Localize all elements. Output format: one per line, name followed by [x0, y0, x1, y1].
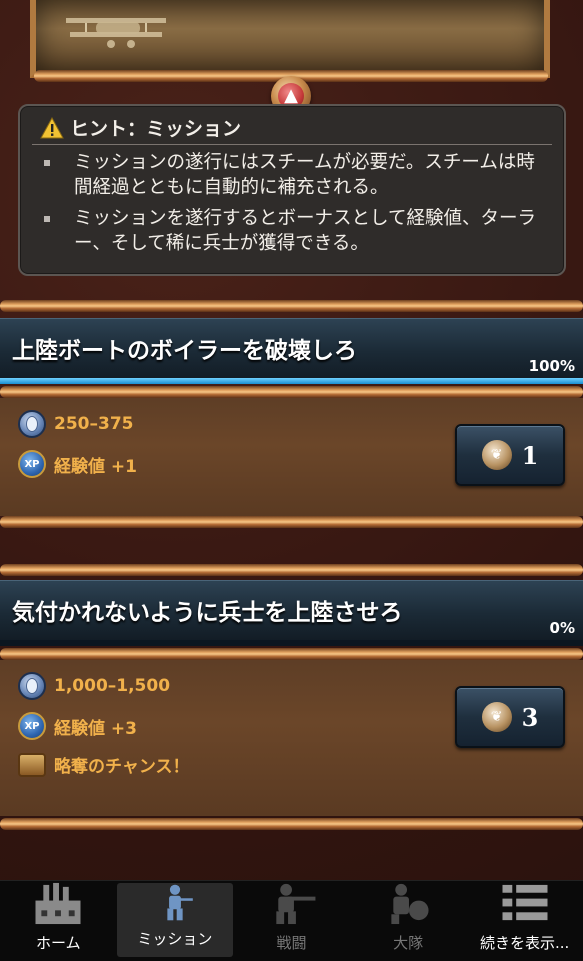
hint-item-text: ミッションの遂行にはスチームが必要だ。スチームは時間経過とともに自動的に補充され…: [74, 152, 535, 198]
mission-progress-fill: [0, 378, 583, 384]
thaler-coin-icon: [18, 410, 46, 438]
hint-item: ミッションの遂行にはスチームが必要だ。スチームは時間経過とともに自動的に補充され…: [40, 150, 550, 200]
mission-title: 気付かれないように兵士を上陸させろ: [12, 600, 403, 626]
reward-xp: XP 経験値 +3: [18, 712, 137, 740]
reward-loot-text: 略奪のチャンス！: [54, 757, 190, 777]
divider: [32, 144, 552, 145]
hint-panel: ヒント：ミッション ミッションの遂行にはスチームが必要だ。スチームは時間経過とと…: [18, 104, 566, 276]
biplane-icon: [66, 18, 166, 48]
hint-title-text: ヒント：ミッション: [70, 118, 242, 140]
warning-icon: [40, 116, 64, 138]
pipe-decoration: [0, 564, 583, 576]
treasure-chest-icon: [18, 752, 46, 777]
reward-coins: 1,000–1,500: [18, 672, 170, 700]
xp-icon: XP: [18, 712, 46, 740]
nav-label: 戦闘: [276, 934, 307, 952]
pipe-decoration: [0, 648, 583, 660]
reward-loot: 略奪のチャンス！: [18, 752, 190, 777]
rifleman-icon: [276, 883, 316, 925]
steam-cost: 1: [521, 440, 539, 470]
mission-header: 気付かれないように兵士を上陸させろ 0%: [0, 580, 583, 641]
thaler-coin-icon: [18, 672, 46, 700]
hint-item: ミッションを遂行するとボーナスとして経験値、ターラー、そして稀に兵士が獲得できる…: [40, 206, 550, 256]
mission-title: 上陸ボートのボイラーを破壊しろ: [12, 338, 357, 364]
nav-home[interactable]: ホーム: [0, 881, 117, 961]
nav-label: ホーム: [36, 934, 81, 952]
bottom-nav: ホーム ミッション 戦闘 大隊 続きを表示...: [0, 880, 583, 961]
hint-list: ミッションの遂行にはスチームが必要だ。スチームは時間経過とともに自動的に補充され…: [40, 150, 550, 262]
pipe-decoration: [0, 386, 583, 398]
nav-label: 続きを表示...: [480, 934, 570, 952]
list-icon: [502, 884, 548, 921]
mission-progress-percent: 100%: [528, 357, 575, 375]
pipe-decoration: [0, 516, 583, 528]
reward-coins-text: 250–375: [54, 414, 134, 434]
steam-icon: ❦: [481, 440, 512, 470]
squad-icon: [391, 883, 429, 925]
reward-xp-text: 経験値 +3: [54, 718, 137, 739]
do-mission-button[interactable]: ❦ 3: [455, 686, 565, 748]
hint-item-text: ミッションを遂行するとボーナスとして経験値、ターラー、そして稀に兵士が獲得できる…: [74, 208, 536, 254]
reward-coins-text: 1,000–1,500: [54, 676, 171, 696]
do-mission-button[interactable]: ❦ 1: [455, 424, 565, 486]
nav-label: 大隊: [393, 934, 424, 952]
nav-more[interactable]: 続きを表示...: [466, 881, 583, 961]
steam-cost: 3: [521, 702, 539, 732]
pipe-decoration: [0, 818, 583, 830]
mission-body: 1,000–1,500 XP 経験値 +3 略奪のチャンス！ ❦ 3: [0, 660, 583, 816]
steam-icon: ❦: [481, 702, 512, 732]
mission-progress-bar: [0, 640, 583, 646]
nav-battle[interactable]: 戦闘: [233, 881, 350, 961]
nav-missions[interactable]: ミッション: [116, 883, 234, 957]
mission-header: 上陸ボートのボイラーを破壊しろ 100%: [0, 318, 583, 379]
nav-battalion[interactable]: 大隊: [350, 881, 467, 961]
nav-label: ミッション: [137, 930, 213, 948]
factory-icon: [35, 882, 81, 925]
mission-progress-bar: [0, 378, 583, 384]
mission-body: 250–375 XP 経験値 +1 ❦ 1: [0, 398, 583, 516]
pipe-decoration: [0, 300, 583, 312]
map-banner: [30, 0, 550, 78]
reward-xp: XP 経験値 +1: [18, 450, 137, 478]
soldier-icon: [167, 884, 193, 921]
reward-coins: 250–375: [18, 410, 133, 438]
hint-title: ヒント：ミッション: [40, 114, 241, 141]
reward-xp-text: 経験値 +1: [54, 456, 137, 477]
xp-icon: XP: [18, 450, 46, 478]
mission-progress-percent: 0%: [549, 619, 575, 637]
